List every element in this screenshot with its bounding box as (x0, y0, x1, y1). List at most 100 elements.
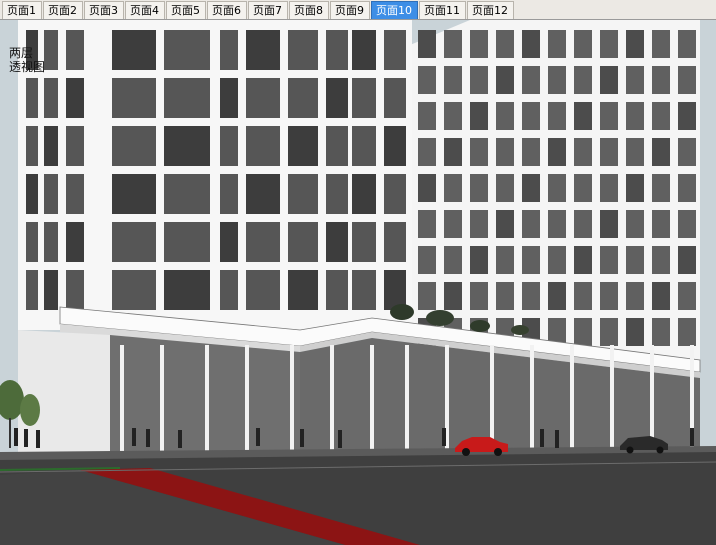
tab-page-8[interactable]: 页面8 (289, 1, 329, 19)
window-pane (652, 138, 670, 166)
window-pane (574, 174, 592, 202)
window-pane (470, 138, 488, 166)
window-pane (26, 222, 38, 262)
window-pane (44, 30, 58, 70)
tab-page-1[interactable]: 页面1 (2, 1, 42, 19)
window-pane (678, 246, 696, 274)
window-pane (626, 282, 644, 310)
window-pane (548, 282, 566, 310)
window-pane (112, 126, 156, 166)
window-pane (326, 270, 348, 310)
window-pane (164, 174, 210, 214)
window-pane (418, 246, 436, 274)
window-pane (112, 222, 156, 262)
window-pane (444, 174, 462, 202)
window-pane (352, 174, 376, 214)
window-pane (600, 174, 618, 202)
window-pane (246, 30, 280, 70)
window-pane (384, 126, 406, 166)
window-pane (652, 282, 670, 310)
window-pane (652, 174, 670, 202)
window-pane (678, 174, 696, 202)
window-pane (678, 30, 696, 58)
window-pane (626, 318, 644, 346)
right-tower (410, 20, 700, 375)
window-pane (522, 282, 540, 310)
window-pane (164, 78, 210, 118)
window-pane (522, 66, 540, 94)
window-pane (470, 246, 488, 274)
podium-column (160, 345, 164, 451)
window-pane (112, 78, 156, 118)
left-tower (18, 20, 412, 330)
window-pane (288, 174, 318, 214)
window-pane (66, 126, 84, 166)
podium-column (570, 345, 574, 451)
window-pane (418, 138, 436, 166)
pedestrian (132, 428, 136, 446)
tab-page-3[interactable]: 页面3 (84, 1, 124, 19)
window-pane (548, 246, 566, 274)
window-pane (112, 174, 156, 214)
pedestrian (540, 429, 544, 447)
window-pane (470, 102, 488, 130)
window-pane (470, 30, 488, 58)
window-pane (164, 270, 210, 310)
window-pane (496, 282, 514, 310)
window-pane (444, 138, 462, 166)
window-pane (522, 102, 540, 130)
pedestrian (442, 428, 446, 446)
window-pane (678, 102, 696, 130)
tab-page-7[interactable]: 页面7 (248, 1, 288, 19)
window-pane (626, 210, 644, 238)
podium-column (370, 345, 374, 451)
tab-page-6[interactable]: 页面6 (207, 1, 247, 19)
window-pane (44, 78, 58, 118)
podium-column (405, 345, 409, 451)
window-pane (600, 102, 618, 130)
tab-page-9[interactable]: 页面9 (330, 1, 370, 19)
tab-page-4[interactable]: 页面4 (125, 1, 165, 19)
tab-page-10[interactable]: 页面10 (371, 1, 418, 19)
window-pane (246, 222, 280, 262)
window-pane (652, 66, 670, 94)
window-pane (522, 30, 540, 58)
podium-column (330, 345, 334, 451)
podium-column (490, 345, 494, 451)
scene-label-line-1: 两层 (9, 46, 34, 60)
pedestrian (14, 428, 18, 446)
window-pane (574, 246, 592, 274)
window-pane (288, 30, 318, 70)
window-pane (164, 222, 210, 262)
window-pane (246, 126, 280, 166)
window-pane (626, 138, 644, 166)
window-pane (444, 210, 462, 238)
tab-page-11[interactable]: 页面11 (419, 1, 466, 19)
window-pane (574, 66, 592, 94)
window-pane (626, 246, 644, 274)
pedestrian (555, 430, 559, 448)
window-pane (26, 126, 38, 166)
window-pane (652, 210, 670, 238)
window-pane (26, 270, 38, 310)
window-pane (678, 138, 696, 166)
3d-viewport[interactable]: 两层 透视图 (0, 20, 716, 545)
window-pane (470, 282, 488, 310)
window-pane (600, 246, 618, 274)
window-pane (574, 30, 592, 58)
window-pane (66, 30, 84, 70)
tab-page-12[interactable]: 页面12 (467, 1, 514, 19)
tab-page-2[interactable]: 页面2 (43, 1, 83, 19)
window-pane (574, 102, 592, 130)
pedestrian (146, 429, 150, 447)
podium-column (205, 345, 209, 451)
window-pane (246, 78, 280, 118)
window-pane (418, 282, 436, 310)
tab-page-5[interactable]: 页面5 (166, 1, 206, 19)
window-pane (600, 138, 618, 166)
window-pane (326, 30, 348, 70)
window-pane (220, 30, 238, 70)
window-pane (288, 78, 318, 118)
window-pane (470, 174, 488, 202)
window-pane (352, 78, 376, 118)
